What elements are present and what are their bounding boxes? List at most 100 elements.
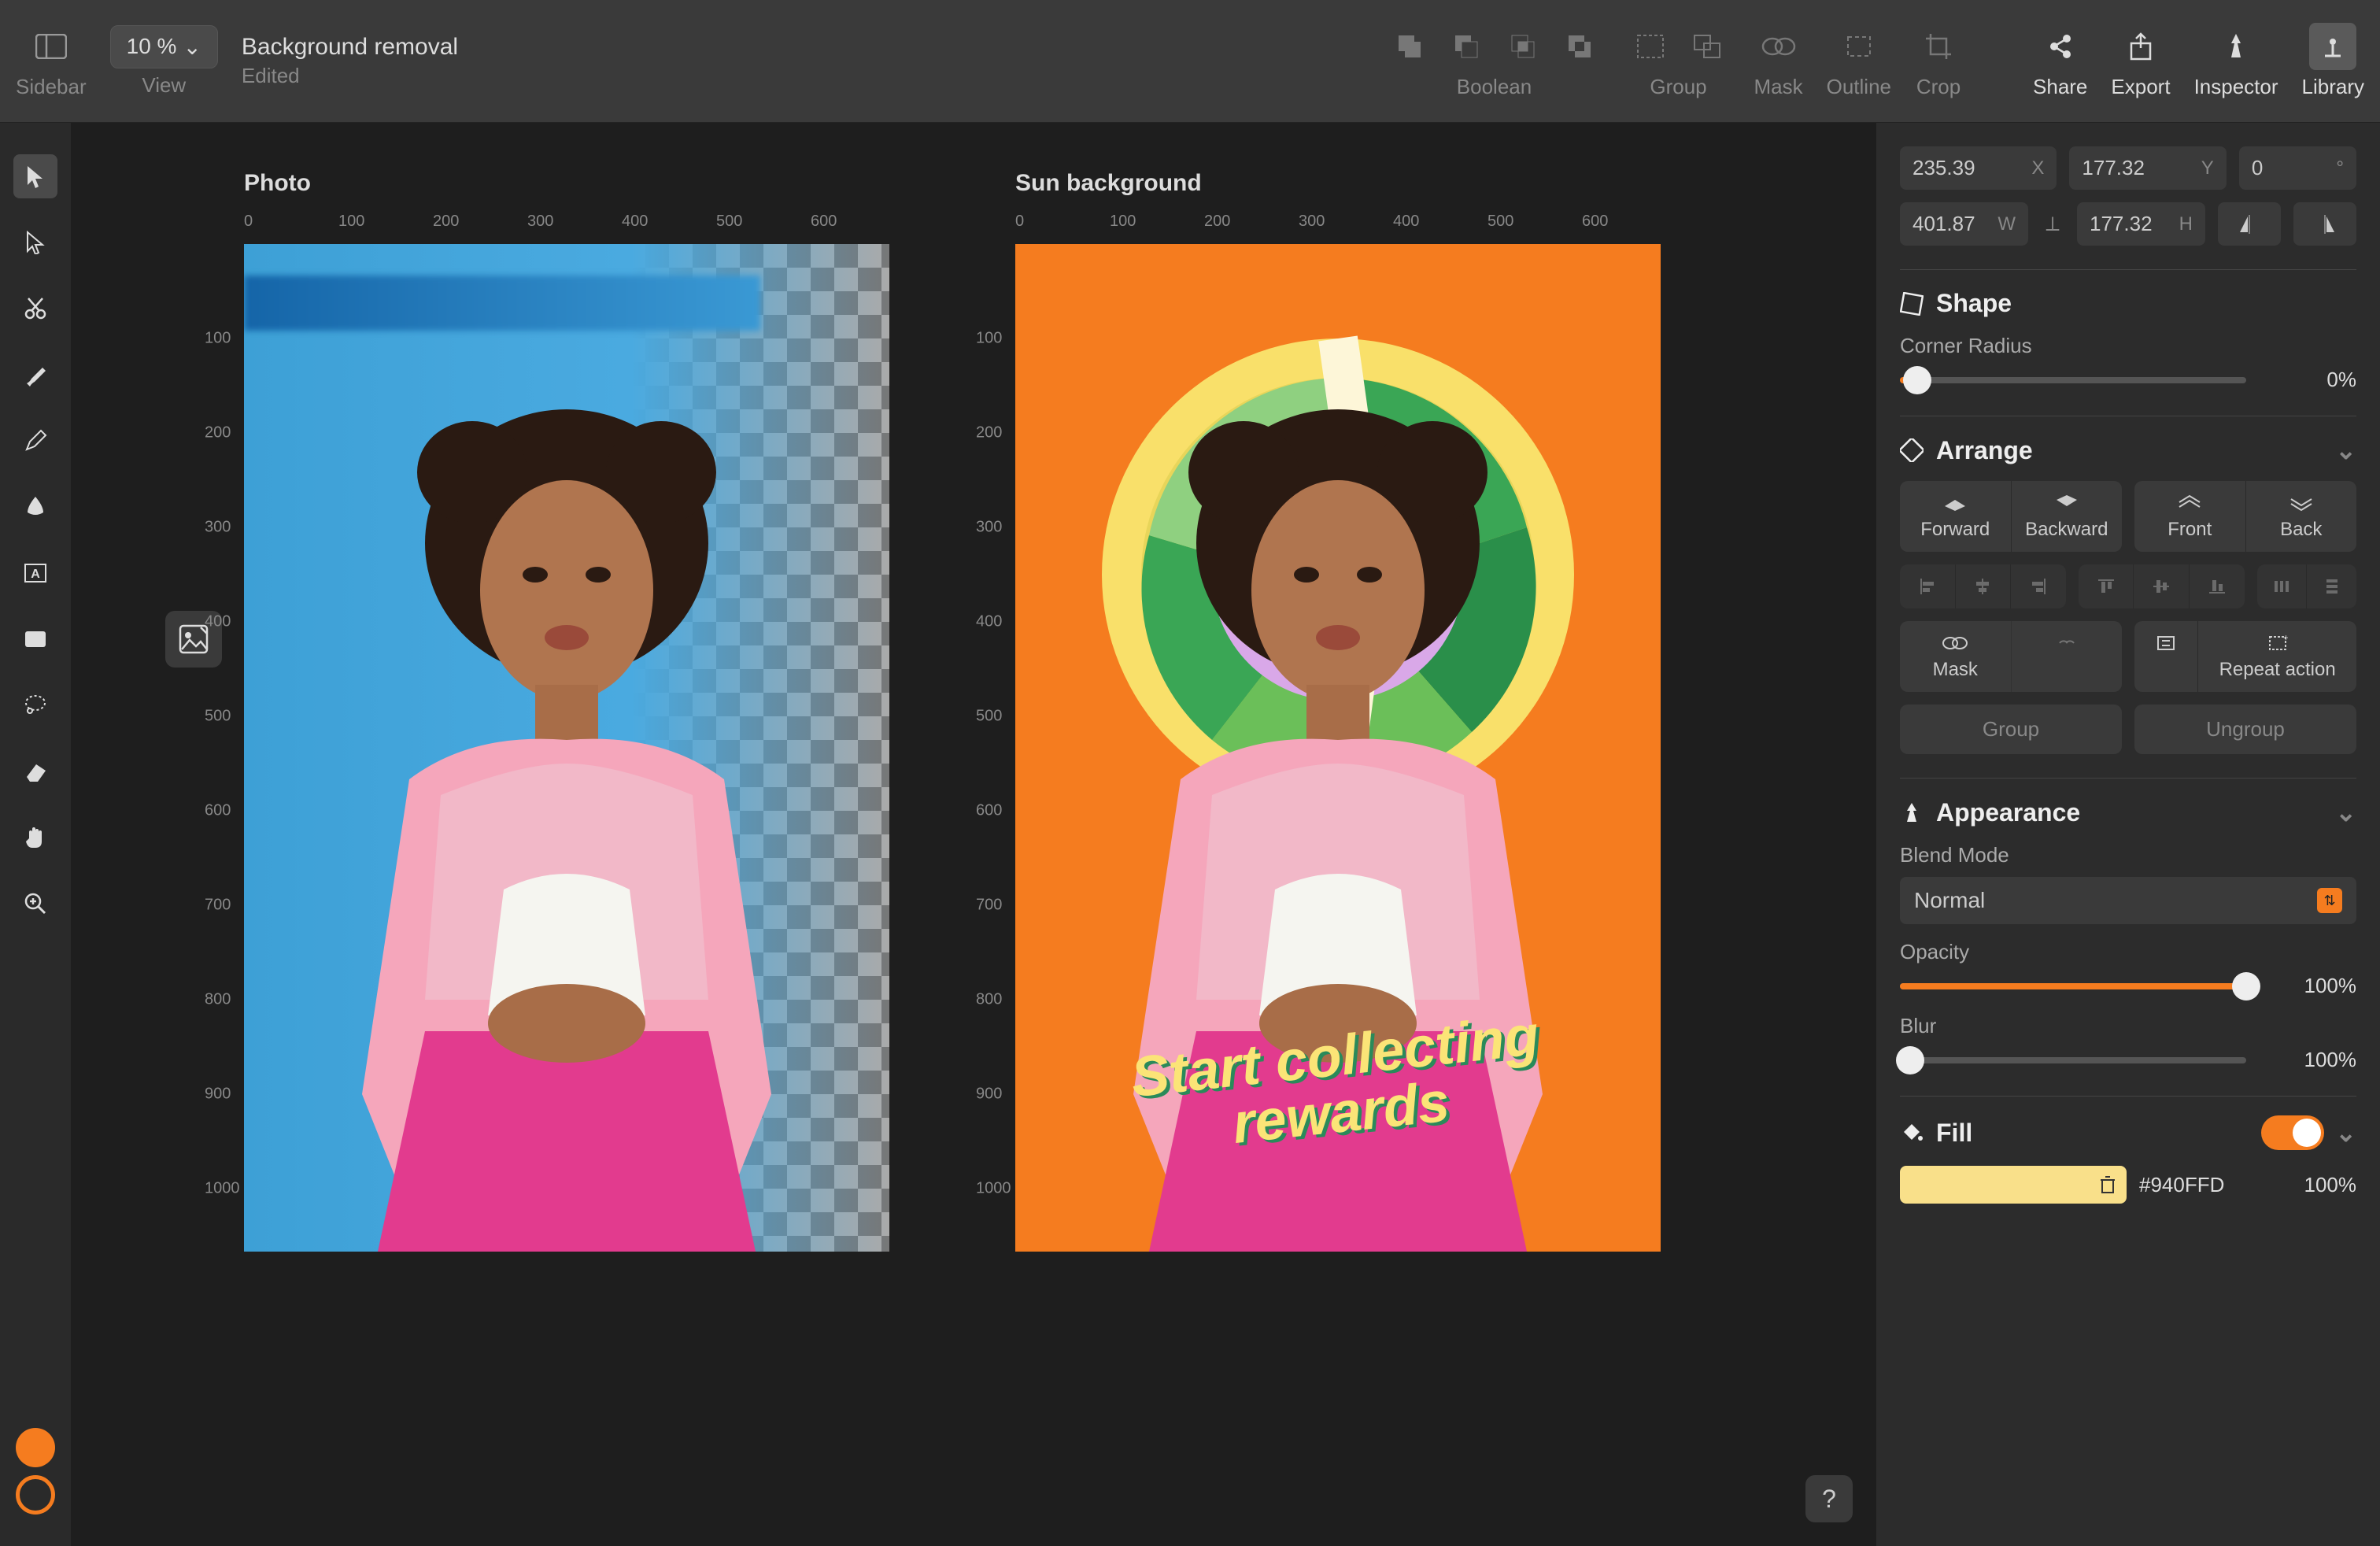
view-zoom[interactable]: 10 % ⌄ View <box>110 25 218 98</box>
flip-v-button[interactable] <box>2293 202 2356 246</box>
ruler-vertical: 100 200 300 400 500 600 700 800 900 1000 <box>968 244 1015 1252</box>
ungroup-button[interactable]: Ungroup <box>2134 705 2356 754</box>
hand-tool[interactable] <box>13 816 57 860</box>
lock-aspect-icon[interactable]: ⟂ <box>2041 202 2064 246</box>
artboard-sun-canvas[interactable]: Start collecting rewards <box>1015 244 1661 1252</box>
align-top-button[interactable] <box>2079 564 2134 608</box>
export-tool[interactable]: Export <box>2111 23 2170 99</box>
eraser-tool[interactable] <box>13 749 57 793</box>
artboard-sun[interactable]: Sun background 0 100 200 300 400 500 600… <box>968 170 1661 1499</box>
appearance-section-header[interactable]: Appearance ⌄ <box>1900 797 2356 827</box>
flip-h-button[interactable] <box>2218 202 2281 246</box>
front-button[interactable]: Front <box>2134 481 2245 552</box>
backward-button[interactable]: Backward <box>2011 481 2123 552</box>
group-icon[interactable] <box>1627 23 1674 70</box>
unlink-button[interactable] <box>2011 621 2123 692</box>
fill-color-swatch[interactable] <box>16 1428 55 1467</box>
align-right-button[interactable] <box>2010 564 2066 608</box>
back-button[interactable]: Back <box>2245 481 2357 552</box>
mask-icon <box>1755 23 1802 70</box>
mask-action-button[interactable]: Mask <box>1900 621 2011 692</box>
person-photo <box>283 386 850 1252</box>
ruler-horizontal: 0 100 200 300 400 500 600 <box>244 213 889 244</box>
height-field[interactable]: 177.32H <box>2077 202 2205 246</box>
rotation-field[interactable]: 0° <box>2239 146 2356 190</box>
shape-section-header[interactable]: Shape <box>1900 289 2356 318</box>
boolean-subtract-icon[interactable] <box>1443 23 1490 70</box>
sidebar-label: Sidebar <box>16 75 87 99</box>
pen-tool[interactable] <box>13 485 57 529</box>
align-horizontal-group[interactable] <box>1900 564 2066 608</box>
zoom-tool[interactable] <box>13 882 57 926</box>
align-bottom-button[interactable] <box>2189 564 2245 608</box>
brush-tool[interactable] <box>13 353 57 397</box>
y-field[interactable]: 177.32Y <box>2069 146 2226 190</box>
align-hcenter-button[interactable] <box>1955 564 2011 608</box>
fill-opacity-value[interactable]: 100% <box>2278 1173 2356 1197</box>
distribute-h-button[interactable] <box>2257 564 2307 608</box>
fill-hex-value[interactable]: #940FFD <box>2139 1173 2265 1197</box>
toolstrip: A <box>0 123 71 1546</box>
outline-tool[interactable]: Outline <box>1827 23 1891 99</box>
library-tool[interactable]: Library <box>2302 23 2364 99</box>
canvas[interactable]: Photo 0 100 200 300 400 500 600 100 200 <box>71 123 1876 1546</box>
chevron-down-icon: ⌄ <box>183 34 201 60</box>
distribute-v-button[interactable] <box>2306 564 2356 608</box>
text-tool[interactable]: A <box>13 551 57 595</box>
lasso-tool[interactable] <box>13 683 57 727</box>
inspector-tool[interactable]: Inspector <box>2194 23 2278 99</box>
direct-select-tool[interactable] <box>13 220 57 264</box>
align-left-button[interactable] <box>1900 564 1955 608</box>
artboard-photo[interactable]: Photo 0 100 200 300 400 500 600 100 200 <box>197 170 889 1499</box>
boolean-difference-icon[interactable] <box>1556 23 1603 70</box>
zoom-select[interactable]: 10 % ⌄ <box>110 25 218 68</box>
opacity-slider[interactable] <box>1900 983 2246 989</box>
repeat-button[interactable] <box>2134 621 2197 692</box>
crop-tool[interactable]: Crop <box>1915 23 1962 99</box>
stroke-color-swatch[interactable] <box>16 1475 55 1515</box>
ungroup-icon[interactable] <box>1683 23 1731 70</box>
chevron-down-icon: ⌄ <box>2335 435 2356 465</box>
sidebar-toggle[interactable]: Sidebar <box>16 23 87 99</box>
blur-slider[interactable] <box>1900 1057 2246 1063</box>
repeat-action-button[interactable]: +Repeat action <box>2197 621 2356 692</box>
trash-icon[interactable] <box>2095 1172 2120 1197</box>
boolean-union-icon[interactable] <box>1386 23 1433 70</box>
svg-text:+: + <box>2283 634 2288 643</box>
pencil-tool[interactable] <box>13 419 57 463</box>
share-icon <box>2037 23 2084 70</box>
document-subtitle: Edited <box>242 64 458 88</box>
align-vertical-group[interactable] <box>2079 564 2245 608</box>
fill-toggle[interactable] <box>2261 1115 2324 1150</box>
shape-tool[interactable] <box>13 617 57 661</box>
width-field[interactable]: 401.87W <box>1900 202 2028 246</box>
arrange-section-header[interactable]: Arrange ⌄ <box>1900 435 2356 465</box>
mask-tool[interactable]: Mask <box>1754 23 1803 99</box>
artboard-photo-canvas[interactable] <box>244 244 889 1252</box>
opacity-value: 100% <box>2262 974 2356 998</box>
share-tool[interactable]: Share <box>2033 23 2087 99</box>
select-tool[interactable] <box>13 154 57 198</box>
boolean-intersect-icon[interactable] <box>1499 23 1547 70</box>
fill-section-header[interactable]: Fill ⌄ <box>1900 1115 2356 1150</box>
select-arrows-icon: ⇅ <box>2317 888 2342 913</box>
align-vcenter-button[interactable] <box>2133 564 2189 608</box>
scissors-tool[interactable] <box>13 287 57 331</box>
x-field[interactable]: 235.39X <box>1900 146 2057 190</box>
help-button[interactable]: ? <box>1805 1475 1853 1522</box>
opacity-label: Opacity <box>1900 940 2356 964</box>
distribute-group[interactable] <box>2257 564 2356 608</box>
corner-radius-slider[interactable] <box>1900 377 2246 383</box>
group-tool[interactable]: Group <box>1627 23 1731 99</box>
sidebar-icon <box>28 23 75 70</box>
ruler-horizontal: 0 100 200 300 400 500 600 <box>1015 213 1661 244</box>
fill-color-field[interactable] <box>1900 1166 2127 1204</box>
artboard-photo-label: Photo <box>244 170 889 197</box>
group-button[interactable]: Group <box>1900 705 2122 754</box>
blend-mode-select[interactable]: Normal ⇅ <box>1900 877 2356 924</box>
toolbar: Sidebar 10 % ⌄ View Background removal E… <box>0 0 2380 123</box>
corner-radius-value: 0% <box>2262 368 2356 392</box>
forward-button[interactable]: Forward <box>1900 481 2011 552</box>
boolean-group[interactable]: Boolean <box>1386 23 1603 99</box>
arrange-icon <box>1900 438 1924 462</box>
